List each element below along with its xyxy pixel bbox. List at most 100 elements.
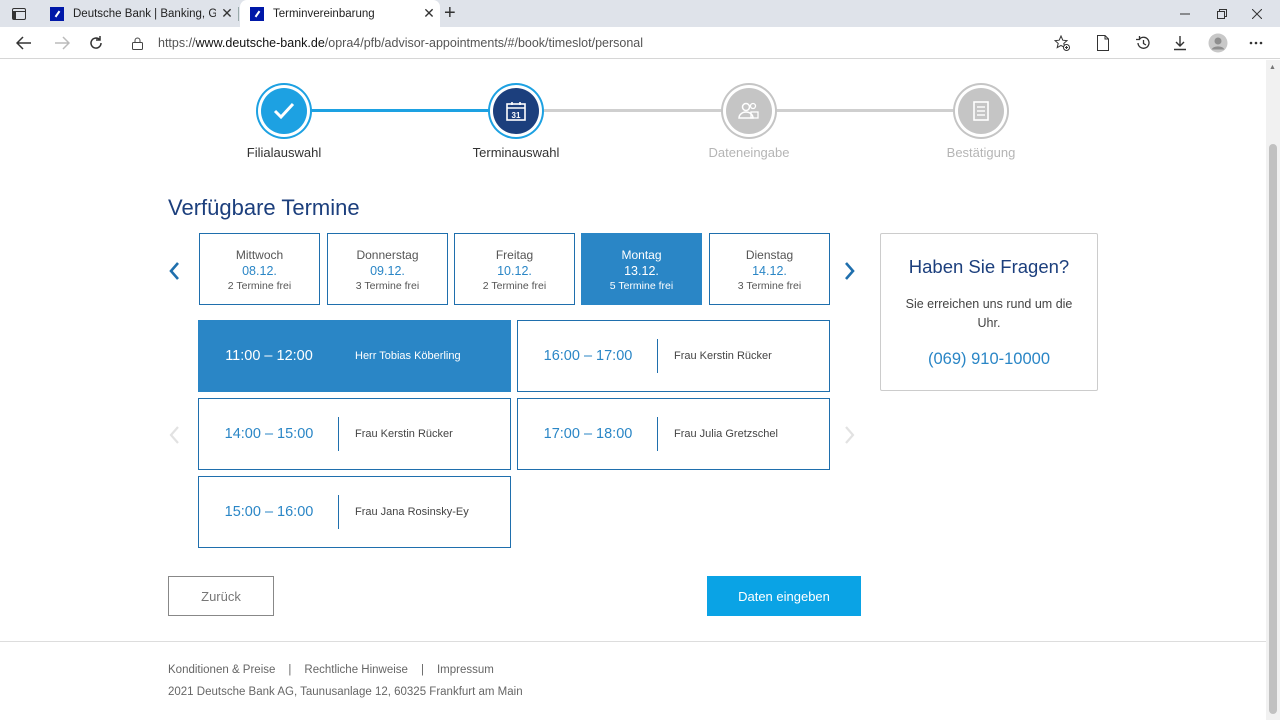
footer-divider xyxy=(0,641,1266,642)
footer-links: Konditionen & Preise | Rechtliche Hinwei… xyxy=(168,664,494,676)
browser-tab-terminvereinbarung[interactable]: Terminvereinbarung ✕ xyxy=(240,0,440,27)
scrollbar-thumb[interactable] xyxy=(1269,144,1277,714)
footer-link-impressum[interactable]: Impressum xyxy=(437,664,494,676)
document-icon xyxy=(973,101,989,121)
deutsche-bank-logo-icon xyxy=(250,6,264,21)
forward-arrow-icon[interactable] xyxy=(50,32,74,54)
step-terminauswahl: 31 xyxy=(493,88,539,134)
step-connector-pending xyxy=(770,109,960,112)
day-name: Dienstag xyxy=(745,248,794,262)
day-card-dienstag[interactable]: Dienstag 14.12. 3 Termine frei xyxy=(709,233,830,305)
reading-view-icon[interactable] xyxy=(1091,32,1115,54)
time-slot-card[interactable]: 17:00 – 18:00 Frau Julia Gretzschel xyxy=(517,398,830,470)
tab-separator xyxy=(238,7,239,21)
day-free-slots: 2 Termine frei xyxy=(482,280,547,292)
download-icon[interactable] xyxy=(1168,32,1192,54)
step-connector-pending xyxy=(538,109,728,112)
slot-time: 17:00 – 18:00 xyxy=(543,426,633,442)
restore-icon[interactable] xyxy=(1205,0,1239,27)
history-icon[interactable] xyxy=(1131,32,1155,54)
day-date: 14.12. xyxy=(752,264,787,278)
day-name: Donnerstag xyxy=(356,248,419,262)
back-arrow-icon[interactable] xyxy=(12,32,36,54)
close-window-icon[interactable] xyxy=(1240,0,1274,27)
refresh-icon[interactable] xyxy=(84,32,108,54)
footer-link-konditionen[interactable]: Konditionen & Preise xyxy=(168,664,275,676)
time-slot-card[interactable]: 11:00 – 12:00 Herr Tobias Köberling xyxy=(198,320,511,392)
url-path: /opra4/pfb/advisor-appointments/#/book/t… xyxy=(324,36,644,50)
slot-advisor: Herr Tobias Köberling xyxy=(355,350,461,362)
day-date: 13.12. xyxy=(624,264,659,278)
profile-avatar-icon[interactable] xyxy=(1206,32,1230,54)
day-date: 08.12. xyxy=(242,264,277,278)
add-favorite-icon[interactable] xyxy=(1053,34,1070,56)
next-days-arrow-icon[interactable] xyxy=(840,258,860,284)
previous-days-arrow-icon[interactable] xyxy=(164,258,184,284)
day-card-montag[interactable]: Montag 13.12. 5 Termine frei xyxy=(581,233,702,305)
step-label-dateneingabe: Dateneingabe xyxy=(708,145,790,160)
slot-divider xyxy=(657,339,658,373)
minimize-icon[interactable] xyxy=(1168,0,1202,27)
browser-tab-deutsche-bank[interactable]: Deutsche Bank | Banking, Geldan ✕ xyxy=(40,0,238,27)
deutsche-bank-logo-icon xyxy=(50,6,64,21)
slot-time: 11:00 – 12:00 xyxy=(225,348,313,364)
next-slots-arrow-icon[interactable] xyxy=(840,422,860,448)
check-icon xyxy=(273,102,295,120)
url-host: www.deutsche-bank.de xyxy=(195,36,325,50)
contact-phone-link[interactable]: (069) 910-10000 xyxy=(881,350,1097,369)
day-card-mittwoch[interactable]: Mittwoch 08.12. 2 Termine frei xyxy=(199,233,320,305)
new-tab-icon[interactable]: + xyxy=(444,2,456,25)
time-slot-card[interactable]: 16:00 – 17:00 Frau Kerstin Rücker xyxy=(517,320,830,392)
day-date: 09.12. xyxy=(370,264,405,278)
day-name: Montag xyxy=(621,248,662,262)
close-tab-icon[interactable]: ✕ xyxy=(216,5,238,22)
step-connector-done xyxy=(306,109,494,112)
contact-text: Sie erreichen uns rund um die Uhr. xyxy=(905,297,1073,330)
slot-advisor: Frau Julia Gretzschel xyxy=(674,428,778,440)
url-scheme: https:// xyxy=(158,36,196,50)
previous-slots-arrow-icon[interactable] xyxy=(164,422,184,448)
enter-data-button[interactable]: Daten eingeben xyxy=(707,576,861,616)
calendar-icon: 31 xyxy=(506,102,526,121)
page-scrollbar[interactable]: ▲ xyxy=(1266,60,1280,720)
more-menu-icon[interactable] xyxy=(1244,32,1268,54)
page-title: Verfügbare Termine xyxy=(168,195,360,220)
day-name: Freitag xyxy=(495,248,534,262)
footer-link-rechtliche-hinweise[interactable]: Rechtliche Hinweise xyxy=(304,664,408,676)
slot-time: 16:00 – 17:00 xyxy=(543,348,633,364)
svg-text:31: 31 xyxy=(512,111,521,120)
footer-separator: | xyxy=(420,664,424,676)
day-free-slots: 3 Termine frei xyxy=(737,280,802,292)
browser-tab-bar: Deutsche Bank | Banking, Geldan ✕ Termin… xyxy=(0,0,1280,27)
tab-title: Deutsche Bank | Banking, Geldan xyxy=(73,7,216,20)
back-button[interactable]: Zurück xyxy=(168,576,274,616)
slot-divider xyxy=(657,417,658,451)
contact-title: Haben Sie Fragen? xyxy=(908,256,1070,277)
people-icon xyxy=(738,102,759,119)
lock-icon[interactable] xyxy=(132,37,146,50)
day-date: 10.12. xyxy=(497,264,532,278)
day-free-slots: 2 Termine frei xyxy=(227,280,292,292)
tab-actions-icon[interactable] xyxy=(8,4,30,24)
footer-copyright: 2021 Deutsche Bank AG, Taunusanlage 12, … xyxy=(168,686,523,698)
close-tab-icon[interactable]: ✕ xyxy=(418,5,440,22)
slot-time: 14:00 – 15:00 xyxy=(224,426,314,442)
time-slot-card[interactable]: 14:00 – 15:00 Frau Kerstin Rücker xyxy=(198,398,511,470)
browser-toolbar: https://www.deutsche-bank.de/opra4/pfb/a… xyxy=(0,27,1280,59)
day-card-freitag[interactable]: Freitag 10.12. 2 Termine frei xyxy=(454,233,575,305)
slot-advisor: Frau Jana Rosinsky-Ey xyxy=(355,506,469,518)
step-label-bestaetigung: Bestätigung xyxy=(946,145,1016,160)
slot-time: 15:00 – 16:00 xyxy=(224,504,314,520)
slot-advisor: Frau Kerstin Rücker xyxy=(674,350,772,362)
step-label-filialauswahl: Filialauswahl xyxy=(246,145,322,160)
footer-separator: | xyxy=(288,664,292,676)
contact-box: Haben Sie Fragen? Sie erreichen uns rund… xyxy=(880,233,1098,391)
step-label-terminauswahl: Terminauswahl xyxy=(472,145,560,160)
booking-progress-stepper: 31 Filialauswahl Terminauswahl Dateneing… xyxy=(0,60,1266,170)
day-card-donnerstag[interactable]: Donnerstag 09.12. 3 Termine frei xyxy=(327,233,448,305)
step-filialauswahl xyxy=(261,88,307,134)
url-text: https://www.deutsche-bank.de/opra4/pfb/a… xyxy=(158,36,643,50)
address-bar[interactable]: https://www.deutsche-bank.de/opra4/pfb/a… xyxy=(120,30,1080,56)
scroll-up-icon[interactable]: ▲ xyxy=(1269,64,1276,71)
time-slot-card[interactable]: 15:00 – 16:00 Frau Jana Rosinsky-Ey xyxy=(198,476,511,548)
